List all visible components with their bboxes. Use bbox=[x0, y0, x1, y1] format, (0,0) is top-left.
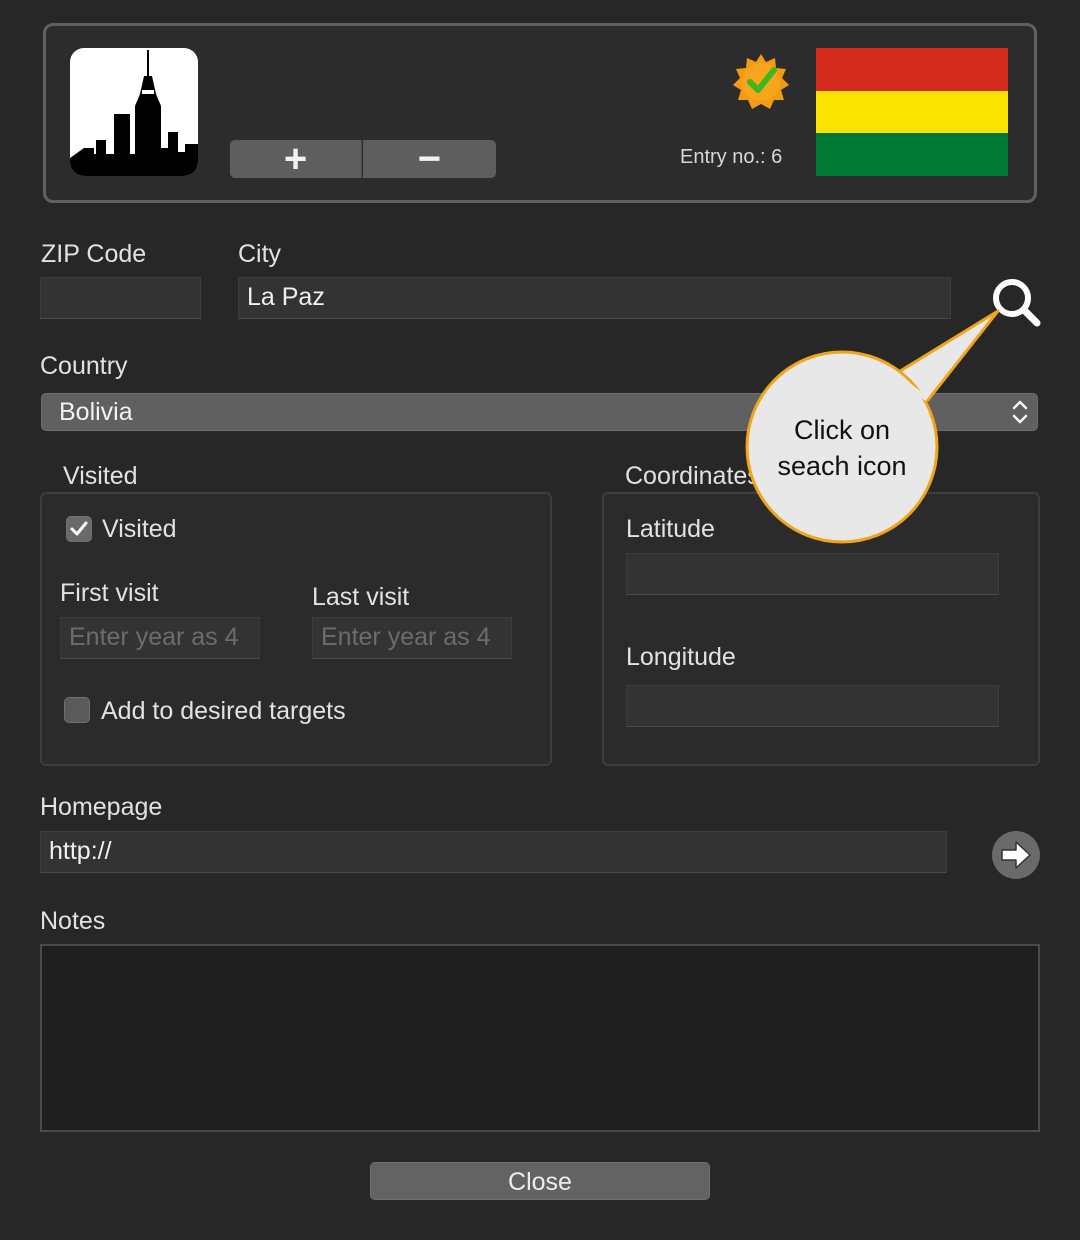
country-flag bbox=[816, 48, 1008, 176]
search-callout: Click on seach icon bbox=[745, 300, 1045, 550]
country-label: Country bbox=[40, 352, 128, 380]
city-skyline-icon[interactable] bbox=[70, 48, 198, 176]
flag-stripe-bottom bbox=[816, 133, 1008, 176]
zip-field[interactable] bbox=[40, 277, 201, 319]
country-select-value: Bolivia bbox=[59, 398, 133, 426]
notes-label: Notes bbox=[40, 907, 106, 935]
remove-button[interactable]: − bbox=[363, 140, 496, 178]
first-visit-field[interactable]: Enter year as 4 bbox=[60, 617, 260, 659]
latitude-label: Latitude bbox=[626, 515, 715, 543]
city-label: City bbox=[238, 240, 282, 268]
add-remove-segmented-control: + − bbox=[230, 140, 496, 178]
arrow-right-icon[interactable] bbox=[992, 831, 1040, 879]
callout-line-1: Click on bbox=[793, 415, 891, 445]
notes-textarea[interactable] bbox=[40, 944, 1040, 1132]
flag-stripe-middle bbox=[816, 91, 1008, 133]
visited-checkbox[interactable] bbox=[66, 516, 92, 542]
latitude-field[interactable] bbox=[626, 553, 999, 595]
verified-badge-icon bbox=[731, 52, 791, 112]
entry-number: Entry no.: 6 bbox=[680, 146, 783, 168]
longitude-field[interactable] bbox=[626, 685, 999, 727]
zip-label: ZIP Code bbox=[41, 240, 147, 268]
homepage-field[interactable]: http:// bbox=[40, 831, 947, 873]
desired-targets-label: Add to desired targets bbox=[101, 697, 346, 725]
close-button[interactable]: Close bbox=[370, 1162, 710, 1200]
coordinates-group-title: Coordinates bbox=[625, 462, 760, 490]
callout-line-2: seach icon bbox=[777, 451, 907, 481]
last-visit-field[interactable]: Enter year as 4 bbox=[312, 617, 512, 659]
header-panel: + − Entry no.: 6 bbox=[43, 23, 1037, 203]
first-visit-label: First visit bbox=[60, 579, 159, 607]
visited-group-title: Visited bbox=[63, 462, 138, 490]
longitude-label: Longitude bbox=[626, 643, 736, 671]
homepage-label: Homepage bbox=[40, 793, 163, 821]
last-visit-label: Last visit bbox=[312, 583, 410, 611]
flag-stripe-top bbox=[816, 48, 1008, 91]
visited-checkbox-label: Visited bbox=[102, 515, 177, 543]
desired-targets-checkbox[interactable] bbox=[64, 697, 90, 723]
add-button[interactable]: + bbox=[230, 140, 362, 178]
